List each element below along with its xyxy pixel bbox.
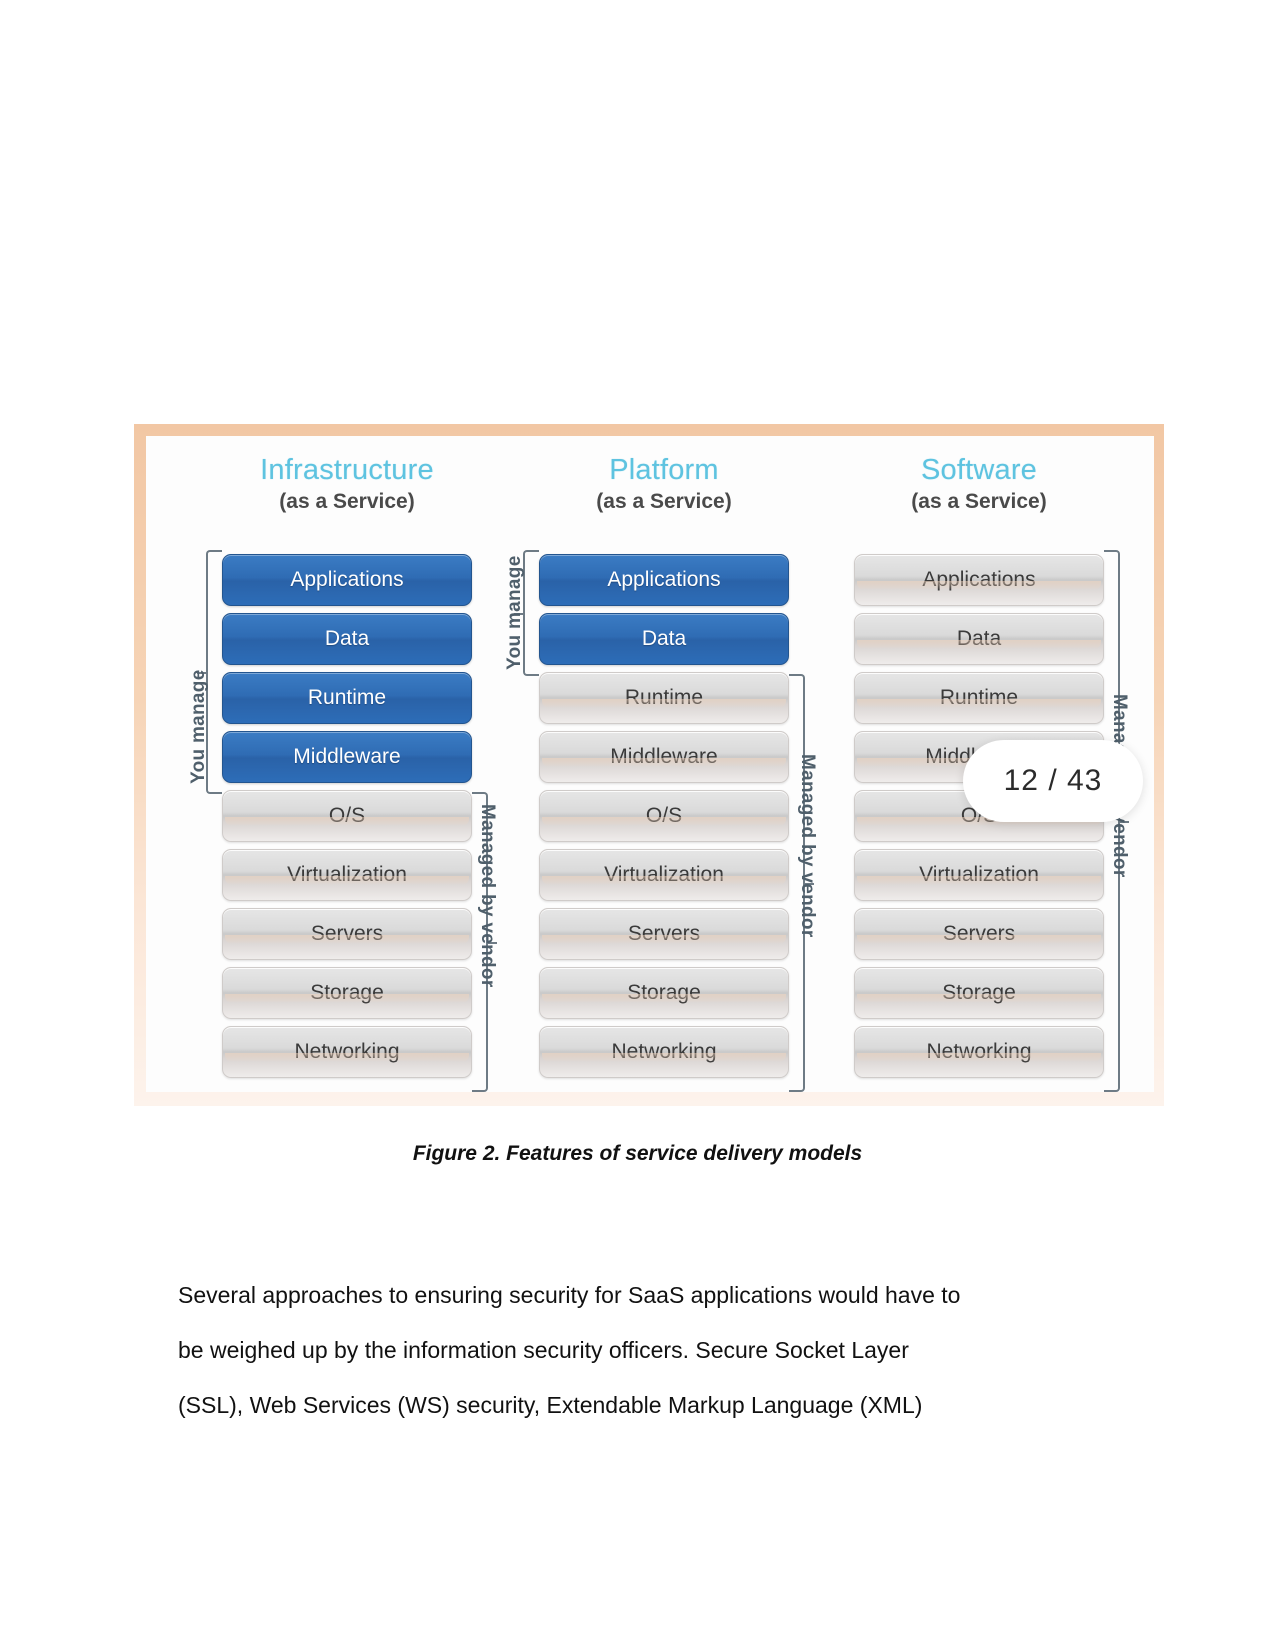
page-number-label: 12 / 43 (1003, 764, 1103, 797)
layer-row: Servers (222, 908, 472, 960)
column-title-paas: Platform (609, 454, 719, 486)
layer-row: Storage (854, 967, 1104, 1019)
layer-row: Runtime (854, 672, 1104, 724)
layer-row: O/S (222, 790, 472, 842)
layer-row: Runtime (539, 672, 789, 724)
body-line: (SSL), Web Services (WS) security, Exten… (178, 1392, 923, 1418)
body-paragraph: Several approaches to ensuring security … (178, 1268, 1008, 1433)
label-you-manage-paas: You manage (504, 555, 525, 670)
label-managed-by-vendor-paas: Managed by vendor (797, 754, 818, 938)
layer-row: Data (539, 613, 789, 665)
layer-row: Virtualization (222, 849, 472, 901)
figure-caption: Figure 2. Features of service delivery m… (412, 1142, 863, 1165)
page-number-badge[interactable]: 12 / 43 (963, 740, 1143, 822)
column-header-iaas: Infrastructure (as a Service) (222, 454, 472, 514)
layer-row: Applications (539, 554, 789, 606)
layer-row: Middleware (222, 731, 472, 783)
stack-paas: Applications Data Runtime Middleware O/S… (539, 554, 789, 1085)
layer-row: Applications (222, 554, 472, 606)
layer-row: Networking (222, 1026, 472, 1078)
layer-row: Servers (539, 908, 789, 960)
layer-row: Runtime (222, 672, 472, 724)
body-line: Several approaches to ensuring security … (178, 1282, 961, 1308)
layer-row: Servers (854, 908, 1104, 960)
column-subtitle-saas: (as a Service) (911, 490, 1047, 513)
layer-row: Virtualization (539, 849, 789, 901)
layer-row: Data (222, 613, 472, 665)
clipped-text-fragment: · · · · · · · (262, 368, 1062, 390)
layer-row: Storage (222, 967, 472, 1019)
layer-row: Applications (854, 554, 1104, 606)
layer-row: Storage (539, 967, 789, 1019)
column-header-saas: Software (as a Service) (854, 454, 1104, 514)
layer-row: Networking (854, 1026, 1104, 1078)
label-you-manage-iaas: You manage (188, 669, 209, 784)
column-title-saas: Software (920, 454, 1038, 486)
layer-row: Virtualization (854, 849, 1104, 901)
layer-row: Data (854, 613, 1104, 665)
body-line: be weighed up by the information securit… (178, 1337, 909, 1363)
column-subtitle-iaas: (as a Service) (279, 490, 415, 513)
label-managed-by-vendor-iaas: Managed by vendor (477, 804, 498, 988)
layer-row: O/S (539, 790, 789, 842)
layer-row: Networking (539, 1026, 789, 1078)
column-title-iaas: Infrastructure (260, 454, 434, 486)
layer-row: Middleware (539, 731, 789, 783)
column-subtitle-paas: (as a Service) (596, 490, 732, 513)
column-header-paas: Platform (as a Service) (539, 454, 789, 514)
stack-iaas: Applications Data Runtime Middleware O/S… (222, 554, 472, 1085)
